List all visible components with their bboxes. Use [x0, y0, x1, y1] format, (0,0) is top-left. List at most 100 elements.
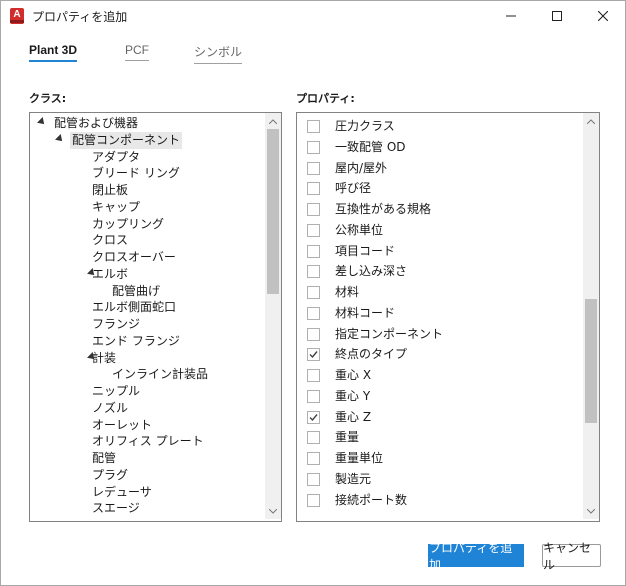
tree-item-label: クロスオーバー — [92, 250, 176, 264]
property-checkbox[interactable] — [307, 327, 320, 341]
property-item[interactable]: 材料 — [307, 282, 567, 302]
property-label: 呼び径 — [335, 181, 372, 196]
minimize-icon — [506, 15, 516, 17]
property-label: 重量単位 — [335, 451, 384, 465]
tree-item-label: ニップル — [92, 384, 141, 398]
property-list[interactable]: 圧力クラス一致配管 OD 屋内/屋外呼び径互換性がある規格公称単位項目コード差し込… — [296, 112, 600, 522]
checkmark-icon — [309, 413, 318, 421]
property-checkbox[interactable] — [307, 286, 320, 299]
tab-pcf[interactable]: PCF — [125, 43, 149, 61]
tree-item-label: エルボ側面蛇口 — [92, 300, 177, 315]
close-button[interactable] — [580, 1, 626, 31]
expand-triangle-icon[interactable] — [37, 117, 47, 127]
property-item[interactable]: 重心 Y — [307, 386, 567, 406]
property-item[interactable]: 指定コンポーネント — [307, 324, 567, 344]
autocad-app-icon: A — [10, 8, 24, 24]
property-item[interactable]: 差し込み深さ — [307, 261, 567, 281]
maximize-button[interactable] — [534, 1, 580, 31]
property-checkbox[interactable] — [307, 203, 320, 216]
property-label: 終点のタイプ — [335, 347, 408, 362]
tree-item-label: 配管コンポーネント — [70, 131, 183, 149]
property-item[interactable]: 一致配管 OD — [307, 137, 567, 157]
expand-triangle-icon[interactable] — [55, 133, 65, 144]
property-label: 指定コンポーネント — [335, 326, 444, 341]
property-label: 屋内/屋外 — [335, 160, 388, 175]
property-item[interactable]: 屋内/屋外 — [307, 158, 567, 178]
tree-item-label: レデューサ — [92, 484, 152, 499]
property-checkbox[interactable] — [307, 265, 320, 279]
scroll-down-button[interactable] — [583, 503, 599, 519]
property-label: 重心 Z — [335, 409, 372, 424]
tree-item-label: フランジ — [92, 317, 141, 331]
tree-item-label: アダプタ — [92, 149, 141, 164]
tree-item-label: 閉止板 — [92, 183, 129, 197]
property-item[interactable]: 互換性がある規格 — [307, 199, 567, 219]
property-item[interactable]: 呼び径 — [307, 178, 567, 198]
tree-item-label: 計装 — [92, 350, 117, 365]
property-checkbox[interactable] — [307, 410, 320, 424]
tab-symbol[interactable]: シンボル — [194, 43, 243, 64]
property-checkbox[interactable] — [307, 431, 320, 445]
property-checkbox[interactable] — [307, 244, 320, 258]
property-label: 項目コード — [335, 243, 396, 258]
tree-item-label: エルボ — [92, 266, 129, 281]
add-property-dialog: A プロパティを追加 Plant 3D PCF シンボル クラス: プロパティ:… — [0, 0, 626, 586]
property-item[interactable]: 終点のタイプ — [307, 344, 567, 364]
property-item[interactable]: 公称単位 — [307, 220, 567, 240]
chevron-up-icon — [587, 118, 595, 124]
property-label: 公称単位 — [335, 222, 384, 237]
tree-item-label: キャップ — [92, 199, 141, 214]
tree-item-label: 配管曲げ — [112, 283, 161, 298]
property-list-scrollbar[interactable] — [583, 113, 599, 519]
chevron-down-icon — [269, 508, 277, 514]
property-label: 接続ポート数 — [335, 492, 408, 507]
property-label: 差し込み深さ — [335, 264, 408, 279]
property-checkbox[interactable] — [307, 120, 320, 133]
property-checkbox[interactable] — [307, 140, 320, 154]
property-checkbox[interactable] — [307, 369, 320, 382]
class-tree-scrollbar[interactable] — [265, 113, 281, 519]
property-checkbox[interactable] — [307, 389, 320, 403]
scroll-down-button[interactable] — [265, 503, 281, 519]
close-icon — [598, 11, 608, 21]
property-checkbox[interactable] — [307, 472, 320, 486]
property-checkbox[interactable] — [307, 452, 320, 465]
minimize-button[interactable] — [488, 1, 534, 31]
chevron-up-icon — [269, 118, 277, 124]
scroll-thumb[interactable] — [585, 299, 597, 423]
property-checkbox[interactable] — [307, 493, 320, 507]
property-label: プロパティ: — [296, 92, 355, 105]
maximize-icon — [552, 11, 562, 21]
property-checkbox[interactable] — [307, 161, 320, 175]
tree-item-label: ブリード リング — [92, 166, 180, 181]
chevron-down-icon — [587, 508, 595, 514]
tab-plant3d[interactable]: Plant 3D — [29, 43, 78, 62]
property-checkbox[interactable] — [307, 182, 320, 196]
scroll-up-button[interactable] — [265, 113, 281, 129]
property-item[interactable]: 重量単位 — [307, 448, 567, 468]
property-checkbox[interactable] — [307, 306, 320, 320]
property-label: 重量 — [335, 430, 360, 445]
property-label: 一致配管 OD — [335, 139, 406, 154]
property-checkbox[interactable] — [307, 223, 320, 237]
scroll-up-button[interactable] — [583, 113, 599, 129]
property-item[interactable]: 接続ポート数 — [307, 490, 567, 510]
class-tree[interactable]: 配管および機器 配管コンポーネント アダプタ ブリード リング 閉止板 キャップ カップリン… — [29, 112, 282, 522]
tree-item-label: オリフィス プレート — [92, 434, 204, 449]
property-item[interactable]: 重心 Z — [307, 407, 567, 427]
property-item[interactable]: 製造元 — [307, 469, 567, 489]
tree-item-label: プラグ — [92, 467, 129, 482]
add-property-button[interactable]: プロパティを追加 — [428, 541, 524, 572]
tree-item-label: インライン計装品 — [112, 367, 209, 382]
property-item[interactable]: 重量 — [307, 427, 567, 447]
cancel-button[interactable]: キャンセル — [542, 541, 601, 572]
property-item[interactable]: 重心 X — [307, 365, 567, 385]
property-label: 重心 Y — [335, 388, 371, 403]
property-item[interactable]: 材料コード — [307, 303, 567, 323]
property-label: 製造元 — [335, 471, 372, 486]
property-checkbox[interactable] — [307, 348, 320, 362]
property-item[interactable]: 圧力クラス — [307, 116, 567, 136]
property-item[interactable]: 項目コード — [307, 241, 567, 261]
scroll-thumb[interactable] — [267, 129, 279, 294]
property-label: 材料コード — [335, 305, 396, 320]
